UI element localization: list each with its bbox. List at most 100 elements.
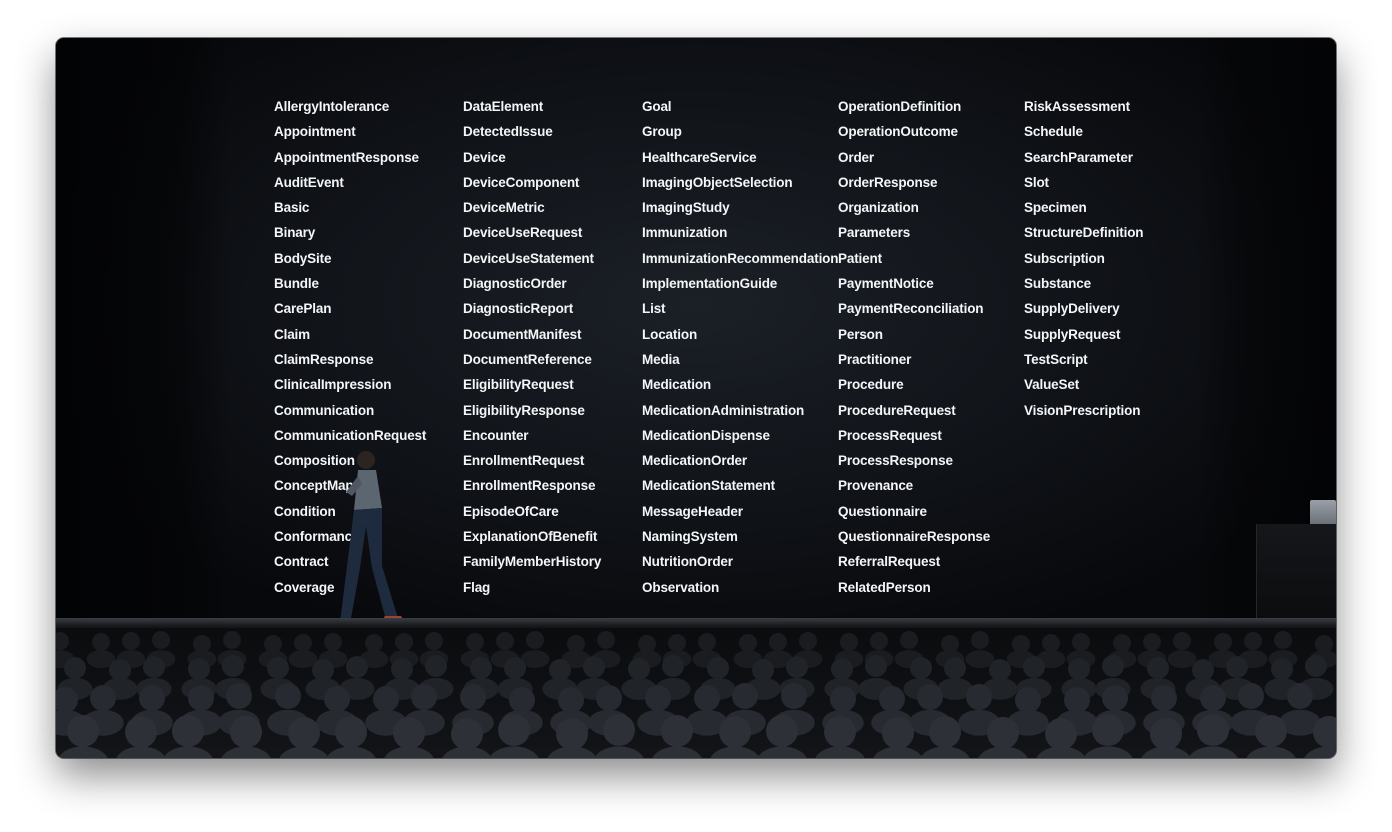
resource-name: OrderResponse (838, 174, 938, 190)
resource-name: Questionnaire (838, 503, 927, 519)
resource-name: ReferralRequest (838, 554, 941, 570)
audience-head (865, 655, 887, 677)
resource-name: DeviceUseStatement (463, 250, 594, 266)
audience-head (645, 685, 671, 711)
audience-head (971, 631, 989, 649)
audience-head (67, 715, 99, 747)
resource-name: CommunicationRequest (274, 427, 427, 443)
audience-head (1143, 633, 1161, 651)
resource-name: Basic (274, 200, 310, 216)
resource-name: Organization (838, 200, 919, 216)
audience-head (987, 717, 1019, 749)
audience-head (910, 657, 932, 679)
audience-head (526, 631, 544, 649)
resource-name: Parameters (838, 225, 911, 241)
audience-head (56, 632, 69, 650)
audience-head (466, 633, 484, 651)
resource-name: DeviceMetric (463, 200, 545, 216)
resource-name: EligibilityResponse (463, 402, 585, 418)
resource-column-5: RiskAssessment Schedule SearchParameter Slo… (1024, 94, 1144, 423)
audience-head (661, 715, 693, 747)
audience-head (1147, 657, 1169, 679)
resource-name: AppointmentResponse (274, 149, 419, 165)
audience-head (365, 634, 383, 652)
audience-head (662, 655, 684, 677)
audience-shoulders (1036, 746, 1086, 758)
audience-head (989, 659, 1011, 681)
audience-head (312, 659, 334, 681)
audience-head (781, 683, 807, 709)
audience-head (90, 685, 116, 711)
audience-head (188, 658, 210, 680)
audience-head (373, 686, 399, 712)
audience-shoulders (221, 746, 271, 758)
audience-head (391, 658, 413, 680)
resource-name: Provenance (838, 478, 914, 494)
audience-head (1113, 634, 1131, 652)
audience-head (1102, 655, 1124, 677)
resource-name: Device (463, 149, 506, 165)
resource-name: Binary (274, 225, 316, 241)
resource-name: Schedule (1024, 124, 1083, 140)
resource-name: Encounter (463, 427, 529, 443)
resource-name: QuestionnaireResponse (838, 529, 991, 545)
laptop (1310, 500, 1336, 524)
presenter (336, 451, 402, 624)
audience-head (324, 686, 350, 712)
resource-name: DiagnosticOrder (463, 276, 567, 292)
audience-head (1064, 687, 1090, 713)
resource-name: SupplyRequest (1024, 326, 1121, 342)
resource-name: ClinicalImpression (274, 377, 392, 393)
audience-head (267, 657, 289, 679)
resource-name: CarePlan (274, 301, 332, 317)
audience-head (425, 632, 443, 650)
screen-shadow-left (56, 38, 231, 618)
audience-shoulders (1188, 746, 1238, 758)
audience-head (966, 684, 992, 710)
audience-head (1042, 634, 1060, 652)
audience-head (1015, 687, 1041, 713)
audience-shoulders (815, 746, 865, 758)
video-frame: AllergyIntolerance Appointment Appointment… (56, 38, 1336, 758)
resource-name: ImplementationGuide (642, 276, 778, 292)
audience-head (882, 717, 914, 749)
resource-name: MessageHeader (642, 503, 743, 519)
resource-name: EnrollmentResponse (463, 478, 596, 494)
audience-head (226, 683, 252, 709)
audience-head (549, 659, 571, 681)
audience-head (64, 657, 86, 679)
resource-name: PaymentNotice (838, 276, 934, 292)
resource-name: Group (642, 124, 682, 140)
resource-name: DocumentManifest (463, 326, 582, 342)
resource-name: TestScript (1024, 351, 1088, 367)
audience-shoulders (163, 746, 213, 758)
audience-head (597, 631, 615, 649)
audience-head (944, 657, 966, 679)
audience-head (395, 633, 413, 651)
resource-name: OperationDefinition (838, 99, 962, 114)
audience-head (769, 633, 787, 651)
audience-head (223, 631, 241, 649)
resource-name: EligibilityRequest (463, 377, 574, 393)
audience-head (1244, 632, 1262, 650)
audience-head (1226, 656, 1248, 678)
resource-column-2: DataElement DetectedIssue Device DeviceComp… (463, 94, 601, 600)
audience-head (799, 632, 817, 650)
audience-head (509, 687, 535, 713)
audience-head (496, 632, 514, 650)
resource-name: ImagingObjectSelection (642, 174, 793, 190)
resource-name: BodySite (274, 250, 332, 266)
audience-shoulders (1246, 746, 1296, 758)
resource-name: Claim (274, 326, 311, 342)
audience-head (917, 684, 943, 710)
audience-head (275, 683, 301, 709)
audience-shoulders (326, 746, 376, 758)
audience-head (324, 633, 342, 651)
audience-head (92, 633, 110, 651)
resource-name: List (642, 301, 666, 317)
resource-name: Medication (642, 377, 712, 393)
presentation-screen: AllergyIntolerance Appointment Appointment… (56, 38, 1336, 628)
resource-name: ImmunizationRecommendation (642, 250, 839, 266)
audience-head (1023, 656, 1045, 678)
resource-name: MedicationStatement (642, 478, 775, 494)
